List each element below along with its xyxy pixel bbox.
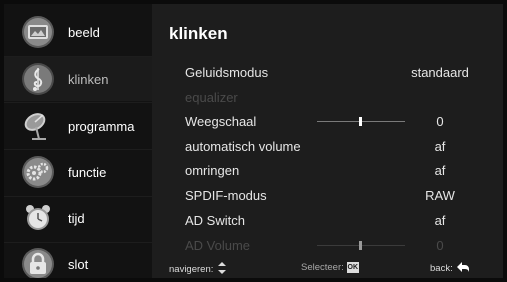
ad-volume-slider <box>317 241 405 250</box>
slider-thumb[interactable] <box>359 117 362 126</box>
setting-value: 0 <box>436 114 444 129</box>
page-title: klinken <box>169 24 228 43</box>
navigate-hint: navigeren: <box>169 262 227 277</box>
settings-window: beeld klinken programma functie tijd slo… <box>4 4 503 278</box>
hint-label: navigeren: <box>169 264 214 275</box>
sidebar-item-label: programma <box>68 118 135 134</box>
setting-row-geluidsmodus[interactable]: Geluidsmodus standaard <box>185 63 485 83</box>
setting-row-equalizer: equalizer <box>185 88 485 108</box>
sidebar: beeld klinken programma functie tijd slo… <box>4 4 152 278</box>
settings-panel: klinken Geluidsmodus standaard equalizer… <box>152 4 503 278</box>
setting-row-ad-volume: AD Volume 0 <box>185 236 485 256</box>
setting-label: equalizer <box>185 90 238 105</box>
setting-label: Geluidsmodus <box>185 65 269 80</box>
sidebar-item-programma[interactable]: programma <box>4 104 152 148</box>
padlock-icon <box>18 244 58 278</box>
sidebar-item-label: klinken <box>68 71 109 87</box>
sidebar-item-functie[interactable]: functie <box>4 150 152 194</box>
setting-row-ad-switch[interactable]: AD Switch af <box>185 211 485 231</box>
setting-row-spdif-modus[interactable]: SPDIF-modus RAW <box>185 186 485 206</box>
hint-label: Selecteer: <box>301 262 344 273</box>
sidebar-item-label: tijd <box>68 210 85 226</box>
setting-value: af <box>434 213 446 228</box>
setting-value: RAW <box>425 188 455 203</box>
music-note-icon <box>18 59 58 99</box>
setting-row-weegschaal[interactable]: Weegschaal 0 <box>185 112 485 132</box>
alarm-clock-icon <box>18 198 58 238</box>
setting-label: Weegschaal <box>185 114 257 129</box>
back-arrow-icon <box>456 262 469 275</box>
sidebar-item-beeld[interactable]: beeld <box>4 10 152 54</box>
satellite-dish-icon <box>18 106 58 146</box>
gears-icon <box>18 152 58 192</box>
ok-button-icon: OK <box>346 262 359 273</box>
divider <box>4 102 152 103</box>
setting-label: AD Switch <box>185 213 245 228</box>
up-down-arrows-icon <box>217 262 227 277</box>
select-hint: Selecteer: OK <box>301 262 359 273</box>
sidebar-item-label: beeld <box>68 24 100 40</box>
sidebar-item-label: functie <box>68 164 107 180</box>
picture-icon <box>18 12 58 52</box>
sidebar-item-klinken[interactable]: klinken <box>4 57 152 101</box>
setting-value: af <box>434 139 446 154</box>
back-hint: back: <box>430 262 469 275</box>
setting-value: 0 <box>436 238 444 253</box>
hint-label: back: <box>430 263 453 274</box>
setting-label: AD Volume <box>185 238 251 253</box>
sidebar-item-tijd[interactable]: tijd <box>4 196 152 240</box>
balance-slider[interactable] <box>317 117 405 126</box>
sidebar-item-label: slot <box>68 256 89 272</box>
setting-value: standaard <box>411 65 469 80</box>
setting-row-omringen[interactable]: omringen af <box>185 161 485 181</box>
setting-value: af <box>434 163 446 178</box>
setting-row-automatisch-volume[interactable]: automatisch volume af <box>185 137 485 157</box>
slider-thumb <box>359 241 362 250</box>
footer-hints: navigeren: Selecteer: OK back: <box>152 258 503 278</box>
setting-label: omringen <box>185 163 240 178</box>
setting-label: automatisch volume <box>185 139 301 154</box>
sidebar-item-slot[interactable]: slot <box>4 242 152 278</box>
setting-label: SPDIF-modus <box>185 188 267 203</box>
